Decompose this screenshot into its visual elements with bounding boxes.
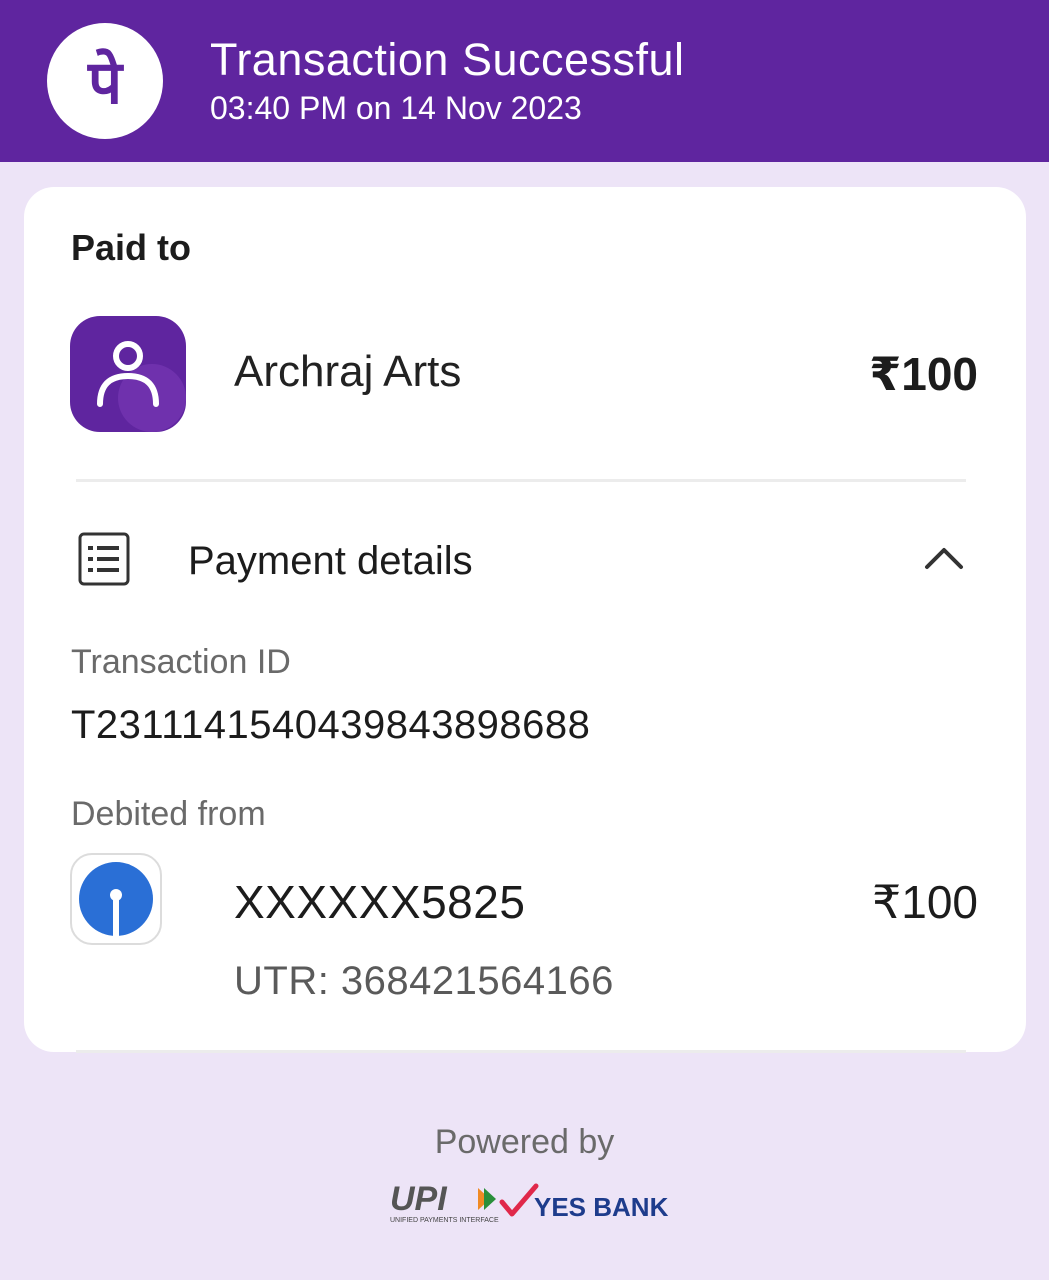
utr-number[interactable]: UTR: 368421564166 [234,959,614,1004]
paid-to-label: Paid to [71,227,192,268]
transaction-id-label: Transaction ID [71,643,291,681]
header-text: Transaction Successful 03:40 PM on 14 No… [210,34,685,128]
payee-avatar[interactable] [70,316,186,432]
phonepe-logo: पे [47,23,163,139]
account-number: XXXXXX5825 [234,876,526,928]
divider [76,1050,966,1053]
svg-text:YES BANK: YES BANK [534,1192,669,1222]
payee-name[interactable]: Archraj Arts [234,347,461,397]
powered-by-label: Powered by [434,1123,615,1161]
phonepe-logo-icon: पे [87,48,124,118]
upi-logo: UPI UNIFIED PAYMENTS INTERFACE [390,1180,499,1224]
transaction-datetime: 03:40 PM on 14 Nov 2023 [210,90,582,126]
divider [76,479,966,482]
transaction-card: Paid to Archraj Arts ₹100 Payment detail… [24,187,1026,1053]
payee-amount: ₹100 [869,348,978,400]
sbi-bank-icon [70,853,162,945]
person-icon [97,341,186,432]
svg-text:UPI: UPI [390,1180,448,1218]
receipt-list-icon [78,532,130,591]
yes-bank-logo: YES BANK [499,1183,669,1222]
partner-logos: UPI UNIFIED PAYMENTS INTERFACE YES BANK [390,1180,670,1230]
header-bar: पे Transaction Successful 03:40 PM on 14… [0,0,1049,162]
transaction-id-value[interactable]: T2311141540439843898688 [71,703,590,748]
debited-from-label: Debited from [71,795,266,833]
payment-details-toggle[interactable]: Payment details [188,539,473,584]
transaction-status-title: Transaction Successful [210,34,685,85]
svg-text:UNIFIED PAYMENTS INTERFACE: UNIFIED PAYMENTS INTERFACE [390,1217,499,1224]
debited-amount: ₹100 [871,876,978,928]
chevron-up-icon[interactable] [924,545,964,576]
svg-text:पे: पे [87,48,124,118]
